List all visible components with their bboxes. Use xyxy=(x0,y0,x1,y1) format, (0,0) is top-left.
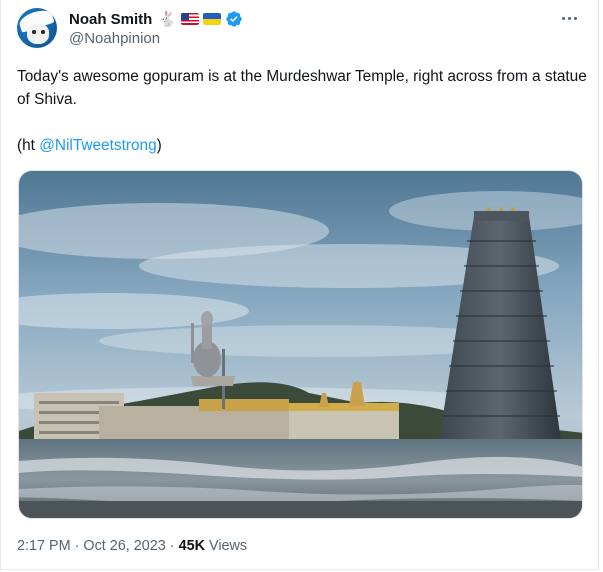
avatar[interactable] xyxy=(17,8,57,48)
author-handle[interactable]: @Noahpinion xyxy=(69,30,160,47)
temple-photo-illustration xyxy=(19,171,582,518)
mention-link[interactable]: @NilTweetstrong xyxy=(39,137,156,154)
avatar-eye xyxy=(32,30,36,34)
tweet-date[interactable]: Oct 26, 2023 xyxy=(83,538,165,554)
more-options-icon[interactable] xyxy=(558,12,580,24)
avatar-eye xyxy=(41,30,45,34)
meta-separator: · xyxy=(74,538,80,554)
tweet-meta: 2:17 PM · Oct 26, 2023 · 45K Views xyxy=(17,538,247,554)
views-label: Views xyxy=(209,538,248,554)
verified-badge-icon[interactable] xyxy=(225,10,243,28)
ukraine-flag-icon xyxy=(203,13,222,25)
author-display-name[interactable]: Noah Smith xyxy=(69,11,152,28)
hat-tip-suffix: ) xyxy=(156,137,162,154)
us-flag-icon xyxy=(181,13,200,25)
views-count: 45K xyxy=(178,538,205,554)
tweet-card: Noah Smith 🐇 @Noahpinion Today's awesome… xyxy=(0,0,599,570)
hat-tip-line: (ht @NilTweetstrong) xyxy=(17,134,587,157)
tweet-text-line: Today's awesome gopuram is at the Murdes… xyxy=(17,68,587,108)
author-name-row: Noah Smith 🐇 xyxy=(69,9,243,29)
avatar-face xyxy=(27,24,49,44)
rabbit-icon: 🐇 xyxy=(158,11,178,28)
tweet-text: Today's awesome gopuram is at the Murdes… xyxy=(17,65,587,157)
tweet-photo[interactable] xyxy=(18,170,583,519)
meta-separator: · xyxy=(169,538,175,554)
tweet-time[interactable]: 2:17 PM xyxy=(17,538,71,554)
hat-tip-prefix: (ht xyxy=(17,137,40,154)
